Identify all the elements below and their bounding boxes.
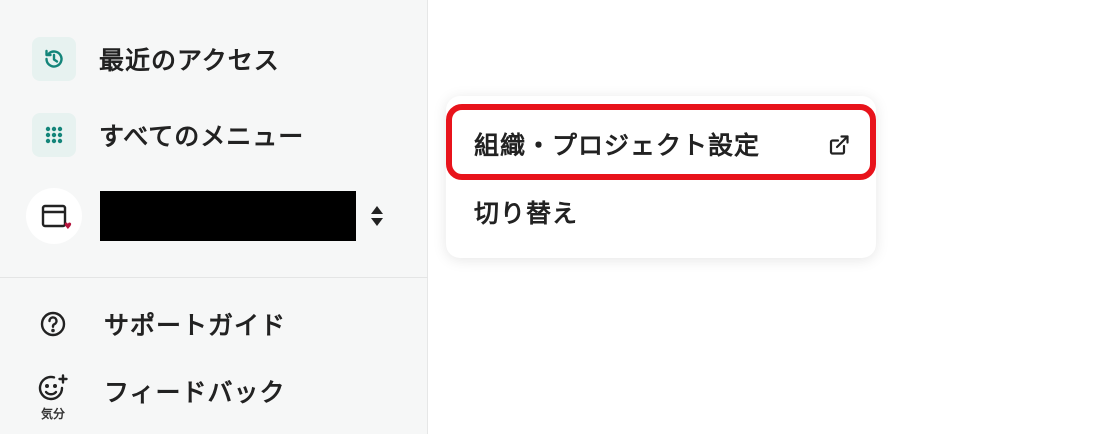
- mood-caption: 気分: [40, 407, 65, 421]
- divider: [0, 277, 428, 278]
- sidebar-item-feedback[interactable]: 気分 フィードバック: [36, 368, 286, 428]
- menu-item-label: 組織・プロジェクト設定: [474, 131, 761, 160]
- heart-icon: ♥: [63, 222, 72, 232]
- organization-avatar: ♥: [26, 188, 82, 244]
- sidebar-item-label: フィードバック: [104, 378, 286, 407]
- grid-icon: [32, 113, 76, 157]
- menu-item-org-project-settings[interactable]: 組織・プロジェクト設定: [446, 112, 876, 176]
- sidebar-item-label: 最近のアクセス: [99, 46, 280, 75]
- history-icon: [32, 37, 76, 81]
- sort-arrows-icon[interactable]: [370, 205, 384, 227]
- sidebar-item-all-menu[interactable]: すべてのメニュー: [32, 112, 304, 158]
- sidebar-item-support-guide[interactable]: サポートガイド: [36, 301, 286, 347]
- menu-item-label: 切り替え: [474, 199, 579, 228]
- organization-selector[interactable]: ♥: [26, 186, 396, 246]
- sidebar-item-label: サポートガイド: [104, 311, 287, 340]
- organization-name: [100, 191, 356, 241]
- sidebar: 最近のアクセス すべてのメニュー ♥ サポートガイド 気分 フィードバック: [0, 0, 428, 434]
- sidebar-item-label: すべてのメニュー: [99, 122, 305, 151]
- organization-dropdown-menu: 組織・プロジェクト設定 切り替え: [446, 96, 876, 258]
- help-circle-icon: [36, 310, 70, 338]
- smiley-plus-icon: 気分: [36, 374, 70, 422]
- menu-item-switch[interactable]: 切り替え: [446, 180, 876, 244]
- external-link-icon: [828, 133, 850, 162]
- sidebar-item-recent-access[interactable]: 最近のアクセス: [32, 36, 280, 82]
